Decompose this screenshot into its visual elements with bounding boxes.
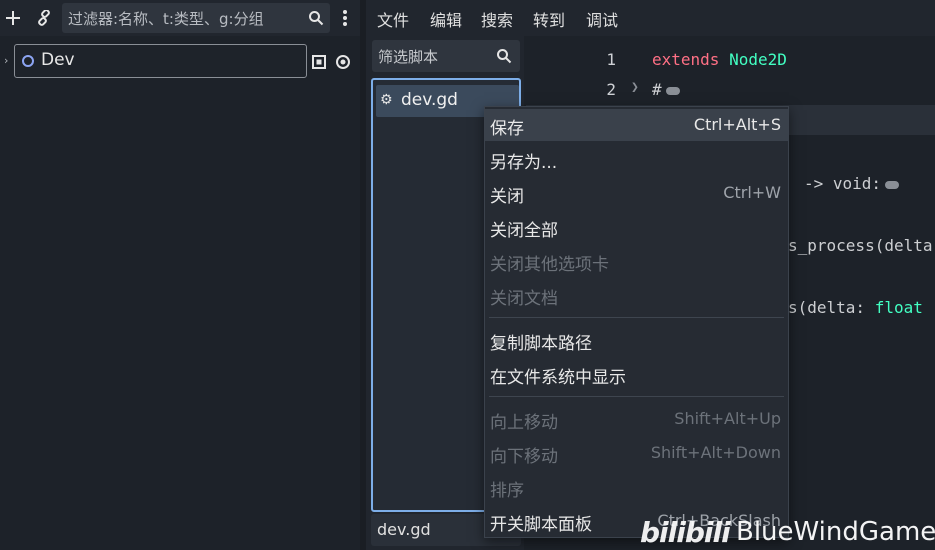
bilibili-logo: bilibili [640,516,731,549]
menu-item-label: 关闭其他选项卡 [490,255,609,275]
link-icon [38,10,50,26]
tree-expand-arrow-icon[interactable]: › [4,54,8,67]
menu-separator [489,317,784,318]
tree-node-label: Dev [41,50,75,70]
menu-search[interactable]: 搜索 [481,7,513,31]
menu-item-label: 排序 [490,481,524,501]
menu-item-close-other-tabs: 关闭其他选项卡 [485,245,788,277]
scene-dock: 过滤器:名称、t:类型、g:分组 › Dev [0,0,360,550]
menu-item-close-all[interactable]: 关闭全部 [485,211,788,243]
code-fragment-process: s_process(delta [788,236,933,255]
menu-item-label: 另存为... [490,153,558,173]
type-token: Node2D [729,50,787,69]
code-fragment-delta: s(delta: float [788,298,923,317]
menu-item-save-as[interactable]: 另存为... [485,143,788,175]
menu-item-label: 开关脚本面板 [490,515,592,535]
menu-item-copy-script-path[interactable]: 复制脚本路径 [485,324,788,356]
add-icon [6,11,20,25]
menu-item-label: 关闭文档 [490,289,558,309]
comment-token: # [652,80,662,99]
add-node-button[interactable] [0,5,26,31]
menu-item-move-up: 向上移动 Shift+Alt+Up [485,403,788,435]
code-fragment-return: -> void: [804,174,900,193]
menu-item-close-docs: 关闭文档 [485,279,788,311]
menu-item-show-in-filesystem[interactable]: 在文件系统中显示 [485,358,788,390]
search-icon [497,49,512,64]
menu-item-shortcut: Ctrl+W [723,183,781,202]
search-icon [309,11,324,26]
menu-item-label: 保存 [490,119,524,139]
script-context-menu: 保存 Ctrl+Alt+S 另存为... 关闭 Ctrl+W 关闭全部 关闭其他… [484,106,789,538]
type-token: float [874,298,923,317]
menu-item-shortcut: Ctrl+Alt+S [693,115,781,134]
watermark-text: BlueWindGame [736,517,935,547]
line-number: 1 [606,50,616,69]
scene-filter-placeholder: 过滤器:名称、t:类型、g:分组 [68,10,264,28]
menu-item-label: 关闭 [490,187,524,207]
scene-more-button[interactable] [332,5,358,31]
menu-item-close[interactable]: 关闭 Ctrl+W [485,177,788,209]
fold-icon[interactable]: ❯ [631,80,639,95]
folded-ellipsis-icon[interactable] [885,180,900,189]
menu-edit[interactable]: 编辑 [430,7,462,31]
script-attached-icon[interactable] [310,53,328,71]
menu-item-move-down: 向下移动 Shift+Alt+Down [485,437,788,469]
code-line-2: # [652,80,680,99]
script-item-label: dev.gd [401,90,458,110]
scene-filter-input[interactable]: 过滤器:名称、t:类型、g:分组 [62,3,330,33]
menu-file[interactable]: 文件 [377,7,409,31]
menu-item-label: 向上移动 [490,413,558,433]
return-type-token: -> void: [804,174,882,193]
folded-ellipsis-icon[interactable] [665,86,680,95]
script-filter-placeholder: 筛选脚本 [378,48,439,66]
keyword-token: extends [652,50,720,69]
menu-item-shortcut: Shift+Alt+Up [674,409,781,428]
menu-item-save[interactable]: 保存 Ctrl+Alt+S [485,109,788,141]
script-menu-bar: 文件 编辑 搜索 转到 调试 [366,0,935,36]
menu-item-shortcut: Shift+Alt+Down [650,443,781,462]
more-icon [343,10,347,26]
param-token: s(delta: [788,298,875,317]
line-number: 2 [606,80,616,99]
scene-toolbar: 过滤器:名称、t:类型、g:分组 [0,0,360,36]
menu-separator [489,396,784,397]
menu-item-label: 向下移动 [490,447,558,467]
instance-scene-button[interactable] [31,5,57,31]
menu-debug[interactable]: 调试 [586,7,618,31]
script-filter-input[interactable]: 筛选脚本 [372,40,520,72]
menu-item-label: 关闭全部 [490,221,558,241]
code-line-1: extends Node2D [652,50,787,69]
visibility-toggle-icon[interactable] [334,53,352,71]
menu-item-sort: 排序 [485,471,788,503]
scene-tree: › Dev [0,36,360,550]
menu-item-label: 复制脚本路径 [490,334,592,354]
menu-item-label: 在文件系统中显示 [490,368,626,388]
tree-node-dev[interactable]: Dev [14,44,307,78]
menu-goto[interactable]: 转到 [533,7,565,31]
node2d-icon [22,55,34,67]
gear-icon: ⚙ [380,92,393,108]
current-script-name: dev.gd [377,520,431,539]
